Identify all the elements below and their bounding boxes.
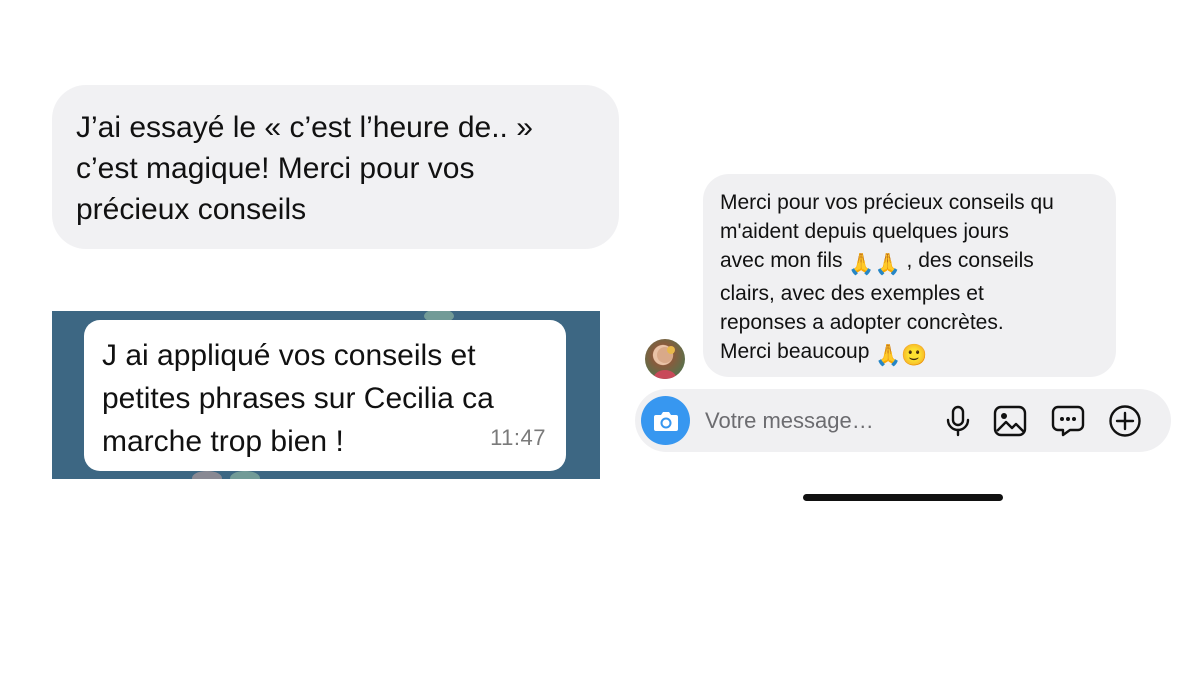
wallpaper-decoration <box>230 471 260 479</box>
message-line: petites phrases sur Cecilia ca <box>102 382 494 415</box>
message-line: reponses a adopter concrètes. <box>720 311 1004 334</box>
message-composer <box>635 389 1171 452</box>
message-text: avec mon fils <box>720 249 843 272</box>
message-line: précieux conseils <box>76 193 307 226</box>
message-line: marche trop bien ! <box>102 425 344 458</box>
chat-wallpaper: J ai appliqué vos conseils et petites ph… <box>52 311 600 479</box>
add-button[interactable] <box>1106 402 1144 440</box>
message-timestamp: 11:47 <box>490 425 546 450</box>
home-indicator[interactable] <box>803 494 1003 501</box>
message-line: Merci pour vos précieux conseils qu <box>720 191 1054 214</box>
message-line: c’est magique! Merci pour vos <box>76 152 475 185</box>
sticker-chat-icon <box>1051 405 1085 437</box>
message-bubble-one: J’ai essayé le « c’est l’heure de.. » c’… <box>52 85 619 249</box>
message-line: avec mon fils 🙏🙏 , des conseils <box>720 246 1100 279</box>
avatar-photo <box>653 346 677 379</box>
pray-emoji: 🙏🙏 <box>848 253 901 276</box>
plus-circle-icon <box>1109 405 1141 437</box>
wallpaper-decoration <box>192 471 222 479</box>
message-input[interactable] <box>703 401 927 441</box>
message-text: Merci beaucoup <box>720 340 870 363</box>
camera-icon <box>653 411 678 431</box>
sender-avatar[interactable] <box>645 339 685 379</box>
microphone-button[interactable] <box>939 402 977 440</box>
sticker-button[interactable] <box>1049 402 1087 440</box>
gallery-button[interactable] <box>991 402 1029 440</box>
microphone-icon <box>946 405 970 437</box>
message-text: , des conseils <box>900 249 1034 272</box>
camera-button[interactable] <box>641 396 690 445</box>
testimonials-collage: J’ai essayé le « c’est l’heure de.. » c’… <box>0 0 1200 675</box>
message-line: J’ai essayé le « c’est l’heure de.. » <box>76 111 533 144</box>
message-bubble-three: Merci pour vos précieux conseils qu m'ai… <box>703 174 1116 377</box>
message-bubble-two: J ai appliqué vos conseils et petites ph… <box>84 320 566 471</box>
message-line: Merci beaucoup 🙏🙂 <box>720 337 1100 370</box>
message-line: clairs, avec des exemples et <box>720 282 984 305</box>
image-icon <box>993 405 1027 437</box>
message-line: J ai appliqué vos conseils et <box>102 339 476 372</box>
pray-smile-emoji: 🙏🙂 <box>875 344 928 367</box>
message-line: m'aident depuis quelques jours <box>720 220 1009 243</box>
